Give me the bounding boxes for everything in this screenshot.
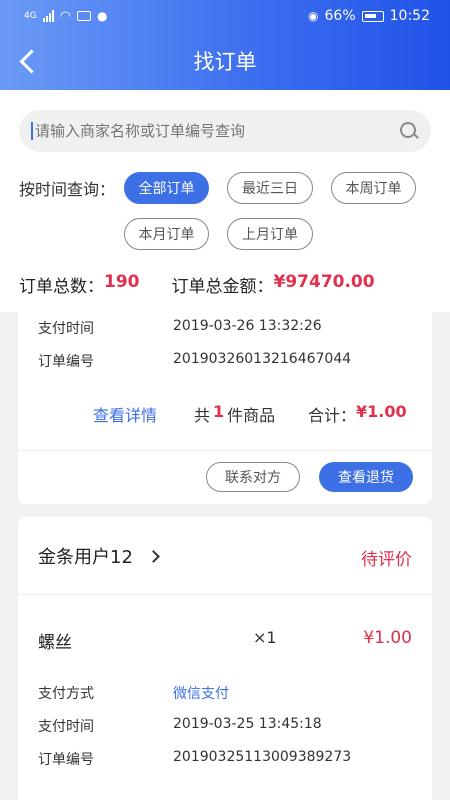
item-price: ¥1.00 bbox=[363, 628, 412, 648]
notification-icon bbox=[77, 11, 92, 21]
order-card: 支付时间 2019-03-26 13:32:26 订单编号 2019032601… bbox=[18, 304, 432, 504]
shop-name: 金条用户12 bbox=[38, 547, 133, 568]
battery-icon bbox=[361, 10, 384, 22]
shop-name-row[interactable]: 金条用户12 bbox=[38, 543, 160, 569]
qty-suffix: 件商品 bbox=[227, 406, 276, 425]
search-bar bbox=[19, 110, 431, 152]
order-count: 190 bbox=[104, 272, 140, 292]
back-icon[interactable] bbox=[14, 46, 42, 76]
order-no-label: 订单编号 bbox=[38, 354, 94, 370]
count-label: 订单总数： bbox=[19, 277, 104, 297]
signal-icon bbox=[42, 10, 54, 22]
contact-button[interactable]: 联系对方 bbox=[206, 462, 300, 492]
chip-last-three-days[interactable]: 最近三日 bbox=[227, 172, 313, 204]
amount-label: 订单总金额： bbox=[171, 277, 274, 297]
status-right: ◉ 66% 10:52 bbox=[308, 8, 430, 24]
pay-time-value: 2019-03-26 13:32:26 bbox=[173, 318, 322, 334]
status-left: 4G ◠ ● bbox=[24, 9, 108, 24]
item-quantity: 共 1 件商品 bbox=[194, 402, 275, 426]
nav-bar: 找订单 bbox=[0, 32, 450, 90]
pay-time-value: 2019-03-25 13:45:18 bbox=[173, 716, 322, 732]
wifi-icon: ◠ bbox=[59, 8, 72, 24]
chip-last-month[interactable]: 上月订单 bbox=[227, 218, 313, 250]
item-qty: ×1 bbox=[253, 628, 277, 647]
pay-time-label: 支付时间 bbox=[38, 719, 94, 735]
item-name: 螺丝 bbox=[38, 633, 72, 653]
eye-icon: ◉ bbox=[308, 9, 319, 23]
total-value: ¥1.00 bbox=[356, 402, 407, 421]
view-detail-link[interactable]: 查看详情 bbox=[93, 402, 157, 426]
order-total: 合计： ¥1.00 bbox=[308, 402, 407, 426]
view-refund-button[interactable]: 查看退货 bbox=[319, 462, 413, 492]
clock: 10:52 bbox=[389, 8, 430, 24]
divider bbox=[18, 594, 432, 595]
chip-this-week[interactable]: 本周订单 bbox=[331, 172, 416, 204]
text-cursor bbox=[31, 122, 33, 140]
chip-all-orders[interactable]: 全部订单 bbox=[124, 172, 209, 204]
pay-time-label: 支付时间 bbox=[38, 321, 94, 337]
order-no-value: 20190326013216467044 bbox=[173, 351, 352, 367]
order-no-label: 订单编号 bbox=[38, 752, 94, 768]
order-amount: ¥97470.00 bbox=[273, 272, 375, 292]
total-label: 合计： bbox=[308, 406, 357, 425]
order-no-value: 20190325113009389273 bbox=[173, 749, 352, 765]
chevron-right-icon bbox=[147, 549, 160, 563]
battery-percent: 66% bbox=[324, 8, 356, 24]
filter-section: 按时间查询： 全部订单 最近三日 本周订单 本月订单 上月订单 订单总数： 19… bbox=[0, 90, 450, 312]
qty-count: 1 bbox=[213, 402, 225, 421]
app-header: 4G ◠ ● ◉ 66% 10:52 找订单 bbox=[0, 0, 450, 90]
status-bar: 4G ◠ ● ◉ 66% 10:52 bbox=[0, 0, 450, 32]
chat-icon: ● bbox=[97, 9, 108, 23]
order-card: 金条用户12 待评价 螺丝 ×1 ¥1.00 支付方式 微信支付 支付时间 20… bbox=[18, 517, 432, 800]
pay-method-value: 微信支付 bbox=[173, 686, 229, 702]
order-summary: 订单总数： 190 订单总金额： ¥97470.00 bbox=[19, 272, 375, 297]
search-icon[interactable] bbox=[399, 121, 419, 141]
page-title: 找订单 bbox=[193, 50, 257, 74]
qty-prefix: 共 bbox=[194, 406, 211, 425]
time-filter-label: 按时间查询： bbox=[19, 180, 116, 199]
order-status: 待评价 bbox=[361, 550, 412, 570]
divider bbox=[18, 450, 432, 451]
search-input[interactable] bbox=[35, 122, 399, 140]
pay-method-label: 支付方式 bbox=[38, 686, 94, 702]
chip-this-month[interactable]: 本月订单 bbox=[124, 218, 209, 250]
network-type: 4G bbox=[24, 11, 37, 21]
